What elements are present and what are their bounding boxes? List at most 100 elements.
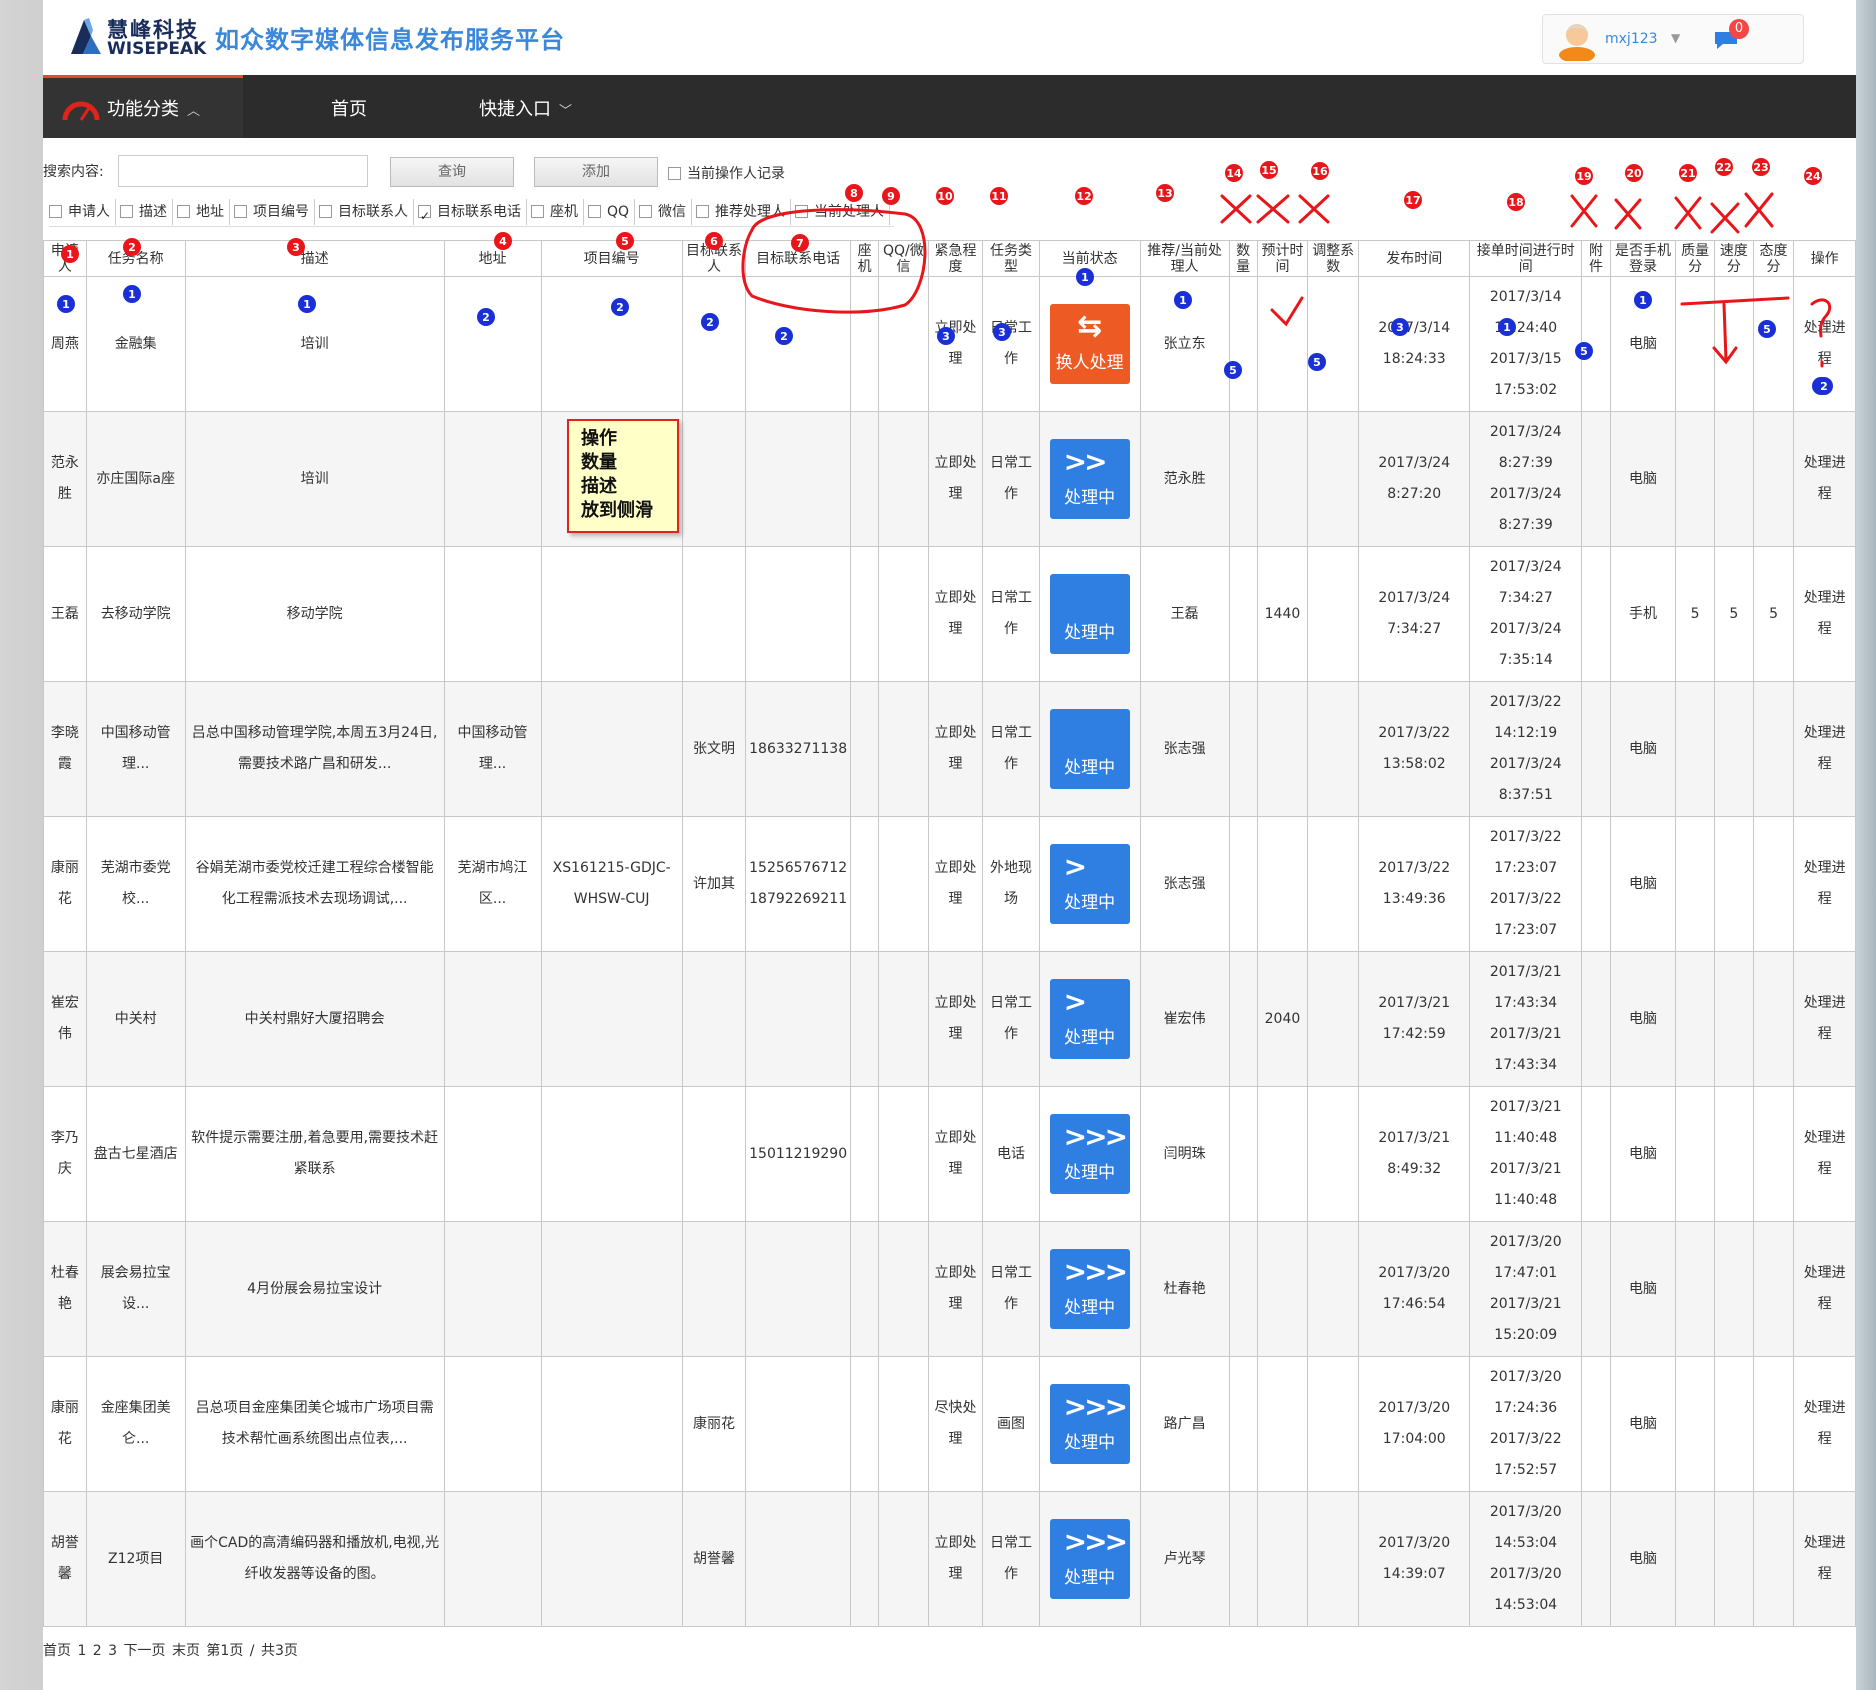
nav-item-category[interactable]: 功能分类 ︿ [43,75,243,138]
cell-addr: 芜湖市鸠江区... [443,816,542,952]
cell-quality [1675,1086,1715,1222]
cell-qq [878,411,929,547]
filter-option[interactable]: 申请人 [49,199,116,225]
processing-button[interactable]: 处理中 [1049,574,1130,654]
process-link[interactable]: 处理进程 [1793,816,1856,952]
cell-quality [1675,816,1715,952]
cell-urgency: 立即处理 [927,816,984,952]
filter-checkbox[interactable] [177,204,190,218]
page: 慧峰科技 WISEPEAK 如众数字媒体信息发布服务平台 mxj123 ▼ 0 [43,0,1856,1690]
cell-addr [443,411,542,547]
query-button[interactable]: 查询 [390,157,514,187]
cell-type: 日常工作 [982,1221,1040,1357]
processing-button[interactable]: > 处理中 [1049,979,1130,1059]
filter-checkbox[interactable] [795,204,809,218]
nav-item-shortcuts[interactable]: 快捷入口 ﹀ [479,95,572,121]
process-link[interactable]: 处理进程 [1793,1221,1856,1357]
cell-landline [850,1086,880,1222]
column-header: 推荐/当前处理人 [1139,240,1230,277]
cell-qq [878,276,929,412]
cell-times: 2017/3/14 18:24:40 2017/3/15 17:53:02 [1469,276,1582,412]
filter-option[interactable]: 座机 [531,199,584,225]
filter-option[interactable]: QQ [588,199,636,225]
filter-checkbox[interactable] [49,204,62,218]
filter-checkbox[interactable] [531,204,544,218]
processing-button[interactable]: 处理中 [1049,709,1130,789]
current-operator-checkbox[interactable] [668,166,681,180]
processing-button[interactable]: >>> 处理中 [1049,1384,1130,1464]
nav-item-home[interactable]: 首页 [331,95,367,121]
process-link[interactable]: 处理进程 [1793,681,1856,817]
cell-attitude [1752,816,1795,952]
cell-mobile: 电脑 [1609,1221,1677,1357]
table-row: 康丽花 芜湖市委党校... 谷娟芜湖市委党校迁建工程综合楼智能化工程需派技术去现场调… [43,816,1856,952]
process-link[interactable]: 处理进程 [1793,951,1856,1087]
add-button[interactable]: 添加 [534,157,658,187]
avatar-icon[interactable] [1557,19,1597,61]
cell-addr [443,1491,542,1627]
cell-adj [1307,1221,1359,1357]
process-link[interactable]: 处理进程 [1793,1086,1856,1222]
search-input[interactable] [118,155,368,187]
filter-option[interactable]: 目标联系电话 [418,199,527,229]
filter-option[interactable]: 项目编号 [234,199,315,225]
column-header: 紧急程度 [927,240,984,277]
filter-option[interactable]: 地址 [177,199,230,225]
table-row: 胡誉馨 Z12项目 画个CAD的高清编码器和播放机,电视,光纤收发器等设备的图。 胡誉… [43,1491,1856,1627]
cell-name: 展会易拉宝设... [85,1221,186,1357]
filter-option[interactable]: 推荐处理人 [696,199,792,225]
cell-type: 日常工作 [982,1491,1040,1627]
cell-speed [1713,1491,1754,1627]
cell-speed [1713,1221,1754,1357]
processing-button[interactable]: >>> 处理中 [1049,1249,1130,1329]
process-link[interactable]: 处理进程 [1793,1491,1856,1627]
filter-checkbox[interactable] [639,204,653,218]
chevron-right-icon: >> [1063,445,1108,478]
cell-landline [850,1221,880,1357]
current-operator-filter[interactable]: 当前操作人记录 [668,163,785,183]
process-link[interactable]: 处理进程 [1793,546,1856,682]
reassign-button[interactable]: ⇆ 换人处理 [1049,304,1130,384]
user-name[interactable]: mxj123 [1605,31,1658,47]
process-link[interactable]: 处理进程 [1793,1356,1856,1492]
processing-button[interactable]: >>> 处理中 [1049,1114,1130,1194]
processing-button[interactable]: >>> 处理中 [1049,1519,1130,1599]
cell-urgency: 立即处理 [927,411,984,547]
filter-option[interactable]: 描述 [120,199,173,225]
filter-checkbox[interactable] [696,204,710,218]
cell-desc: 移动学院 [184,546,445,682]
user-menu-caret-icon[interactable]: ▼ [1671,31,1680,45]
sticky-note: 操作 数量 描述 放到侧滑 [567,419,679,533]
cell-attach [1581,1086,1611,1222]
filter-checkbox[interactable] [418,203,431,229]
filter-checkbox[interactable] [120,204,133,218]
filter-checkbox[interactable] [319,204,332,218]
filter-checkbox[interactable] [588,204,601,218]
process-link[interactable]: 处理进程 [1793,411,1856,547]
cell-name: Z12项目 [85,1491,186,1627]
column-header: 是否手机登录 [1609,240,1677,277]
sticky-note-line: 操作 [581,428,617,449]
cell-phone [745,951,852,1087]
cell-urgency: 立即处理 [927,276,984,412]
cell-times: 2017/3/21 11:40:48 2017/3/21 11:40:48 [1469,1086,1582,1222]
cell-contact [681,411,747,547]
state-label: 处理中 [1064,1433,1116,1453]
brand-logo[interactable]: 慧峰科技 WISEPEAK [69,14,229,60]
filter-option[interactable]: 微信 [639,199,693,225]
processing-button[interactable]: > 处理中 [1049,844,1130,924]
cell-speed [1713,276,1754,412]
cell-qty [1228,1221,1258,1357]
filter-option[interactable]: 目标联系人 [319,199,414,225]
processing-button[interactable]: >> 处理中 [1049,439,1130,519]
cell-proj [540,276,683,412]
cell-type: 电话 [982,1086,1040,1222]
cell-est [1256,411,1309,547]
process-link[interactable]: 处理进程 [1793,276,1856,412]
filter-option[interactable]: 当前处理人 [795,199,891,225]
state-cell: >>> 处理中 [1038,1491,1141,1627]
filter-checkbox[interactable] [234,204,247,218]
table-header-row: 申请人 任务名称 描述 地址 项目编号 目标联系人 目标联系电话 座机 QQ/微信 紧急程度 任务类… [43,240,1856,277]
pagination[interactable]: 首页 1 2 3 下一页 末页 第1页 / 共3页 [43,1640,298,1660]
cell-qq [878,1356,929,1492]
